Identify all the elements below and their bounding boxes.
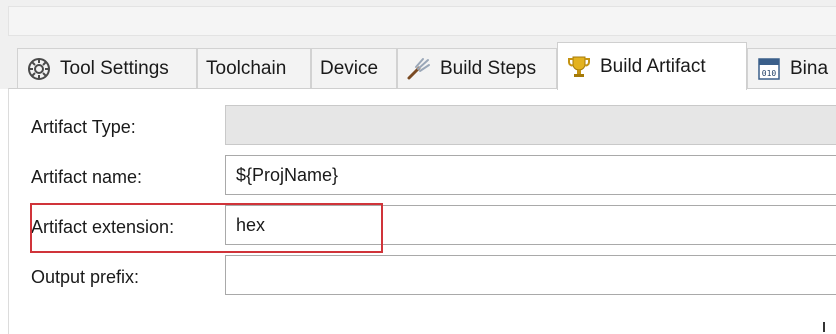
artifact-extension-label: Artifact extension: — [31, 217, 175, 237]
build-steps-icon — [407, 58, 430, 80]
svg-text:010: 010 — [762, 69, 777, 78]
artifact-extension-input[interactable]: hex — [225, 205, 836, 245]
tab-label: Build Steps — [440, 58, 537, 79]
tab-label: Bina — [790, 58, 829, 79]
edge-mark — [823, 322, 825, 332]
tab-binary-parsers[interactable]: 010 Bina — [747, 48, 836, 89]
artifact-name-label: Artifact name: — [31, 167, 143, 187]
binary-icon: 010 — [758, 58, 780, 80]
tab-label: Tool Settings — [60, 58, 169, 79]
trophy-icon — [568, 56, 590, 77]
artifact-type-label: Artifact Type: — [31, 117, 136, 137]
artifact-name-input[interactable]: ${ProjName} — [225, 155, 836, 195]
tab-label: Build Artifact — [600, 55, 706, 77]
tab-toolchain[interactable]: Toolchain — [197, 48, 311, 89]
artifact-type-field — [225, 105, 836, 145]
tab-build-steps[interactable]: Build Steps — [397, 48, 557, 89]
tab-device[interactable]: Device — [311, 48, 397, 89]
tab-label: Toolchain — [206, 58, 287, 79]
tab-build-artifact[interactable]: Build Artifact — [557, 42, 747, 90]
tab-label: Device — [320, 58, 379, 79]
settings-tab-bar: Tool Settings Toolchain Device Build Ste… — [0, 37, 836, 90]
top-panel — [8, 6, 836, 36]
output-prefix-input[interactable] — [225, 255, 836, 295]
tool-settings-icon — [28, 58, 50, 80]
tab-tool-settings[interactable]: Tool Settings — [17, 48, 197, 89]
top-toolbar-area — [0, 0, 836, 37]
output-prefix-label: Output prefix: — [31, 267, 140, 287]
